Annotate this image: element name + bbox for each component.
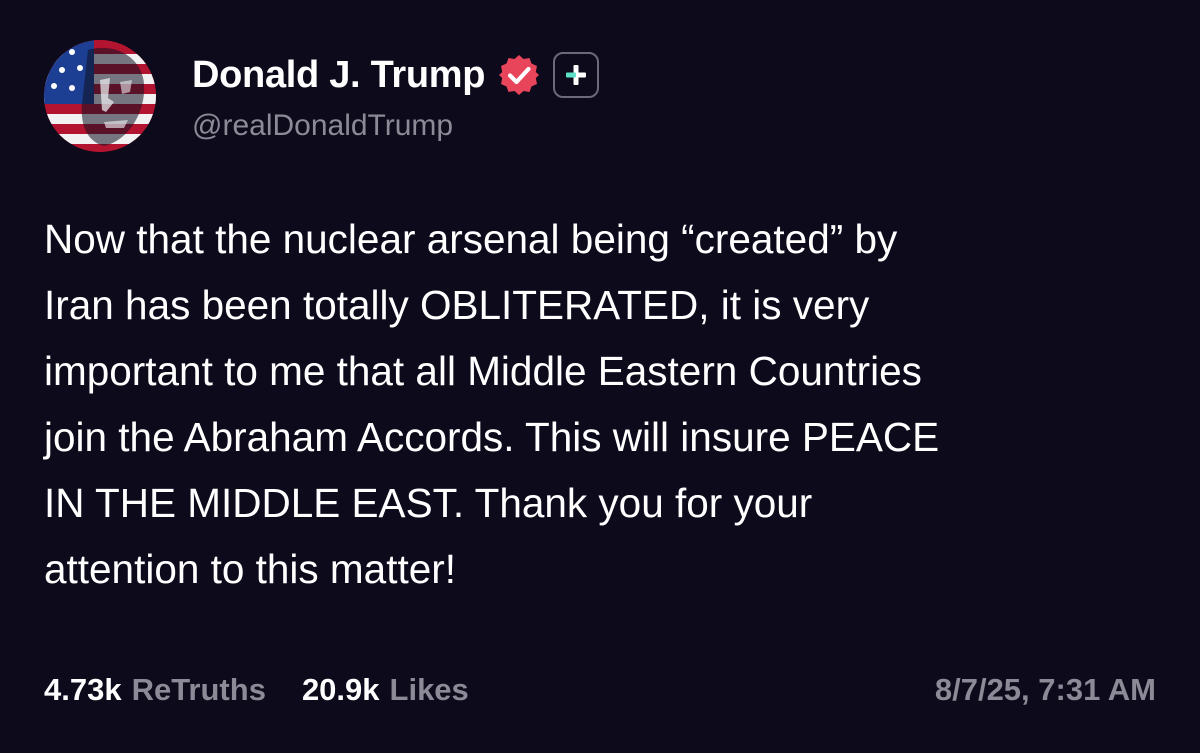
post-body-line: Iran has been totally OBLITERATED, it is…	[44, 282, 870, 328]
post-body-line: important to me that all Middle Eastern …	[44, 348, 922, 394]
likes-stat[interactable]: 20.9k Likes	[302, 672, 469, 708]
retruths-count: 4.73k	[44, 672, 122, 707]
likes-label: Likes	[389, 672, 469, 707]
retruths-label: ReTruths	[131, 672, 266, 707]
likes-count: 20.9k	[301, 672, 380, 707]
post-body-line: join the Abraham Accords. This will insu…	[44, 414, 940, 460]
avatar[interactable]	[44, 40, 156, 152]
post-body: Now that the nuclear arsenal being “crea…	[44, 206, 1164, 602]
display-name[interactable]: Donald J. Trump	[192, 54, 486, 97]
verified-check-icon	[497, 53, 541, 97]
name-row: Donald J. Trump	[192, 49, 600, 101]
post-body-line: IN THE MIDDLE EAST. Thank you for your	[44, 480, 813, 526]
post-body-line: attention to this matter!	[44, 546, 456, 592]
retruths-stat[interactable]: 4.73k ReTruths	[44, 672, 266, 708]
post-footer: 4.73k ReTruths 20.9k Likes 8/7/25, 7:31 …	[44, 668, 1156, 712]
author-handle[interactable]: @realDonaldTrump	[192, 109, 599, 143]
post-card: Donald J. Trump @realDonaldTrump Now tha…	[0, 0, 1200, 753]
author-identity: Donald J. Trump @realDonaldTrump	[192, 49, 600, 143]
post-timestamp[interactable]: 8/7/25, 7:31 AM	[935, 672, 1156, 708]
plus-icon[interactable]	[553, 52, 600, 98]
avatar-image	[44, 40, 156, 152]
post-body-line: Now that the nuclear arsenal being “crea…	[44, 216, 898, 262]
post-header: Donald J. Trump @realDonaldTrump	[44, 40, 600, 152]
